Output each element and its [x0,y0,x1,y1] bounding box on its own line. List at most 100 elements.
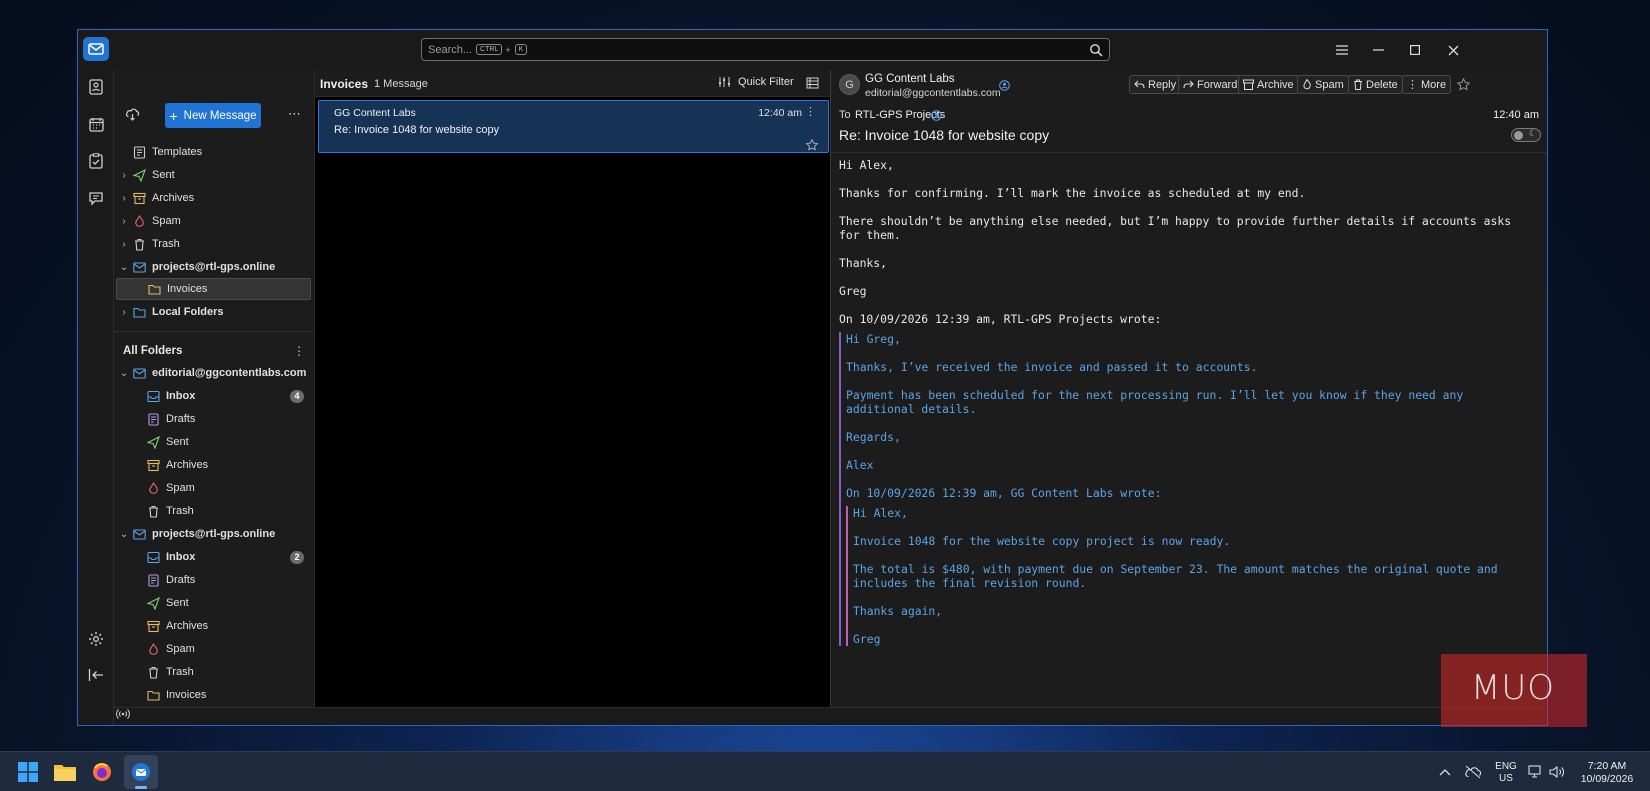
folder-label: Templates [152,146,203,158]
contact-icon[interactable] [999,80,1010,91]
chevron-down-icon[interactable]: ⌄ [119,368,129,379]
quick-filter-button[interactable]: Quick Filter [719,76,794,88]
windows-start-icon[interactable] [17,761,39,783]
get-messages-icon[interactable] [125,107,140,124]
to-label: To [839,109,851,121]
mail-app-icon[interactable] [83,37,109,61]
divider [114,331,313,332]
online-status-icon[interactable] [116,708,130,723]
folder-pane-menu-icon[interactable]: ⋯ [288,106,301,122]
quick-filter-label: Quick Filter [738,76,794,88]
message-menu-icon[interactable]: ⋮ [805,105,816,118]
shortcut-ctrl-key: CTRL [476,44,503,55]
chat-icon[interactable] [86,188,106,208]
collapse-sidebar-icon[interactable] [86,665,106,685]
message-sender: GG Content Labs [334,107,416,119]
reply-button[interactable]: Reply [1129,75,1182,94]
folder-invoices-selected[interactable]: Invoices [116,278,311,300]
folder-inbox[interactable]: Inbox 4 [114,385,313,407]
delete-button[interactable]: Delete [1348,75,1403,94]
sender-name[interactable]: GG Content Labs [865,73,955,85]
firefox-icon[interactable] [91,761,113,783]
dark-mode-toggle[interactable]: ☾ [1511,128,1541,142]
list-display-options-icon[interactable] [806,77,819,92]
chevron-down-icon[interactable]: ⌄ [119,262,129,273]
quote-text: Alex [846,458,874,472]
thunderbird-taskbar-icon[interactable] [130,761,152,783]
new-message-button[interactable]: + New Message [165,103,261,128]
file-explorer-icon[interactable] [54,761,76,783]
tasks-icon[interactable] [86,151,106,171]
folder-archives[interactable]: Archives [114,615,313,637]
close-icon[interactable] [1441,38,1465,62]
cloud-offline-icon[interactable] [1462,761,1484,783]
account-projects[interactable]: ⌄ projects@rtl-gps.online [114,256,313,278]
app-menu-icon[interactable] [1330,38,1354,62]
more-button[interactable]: ⋮ More [1402,75,1452,94]
account-label: Local Folders [152,306,224,318]
address-book-icon[interactable] [86,77,106,97]
account-editorial[interactable]: ⌄ editorial@ggcontentlabs.com [114,362,313,384]
more-dots-icon: ⋮ [1407,79,1418,91]
contact-icon[interactable] [931,110,942,121]
chevron-right-icon[interactable]: › [119,193,129,204]
folder-sent[interactable]: Sent [114,592,313,614]
folder-trash[interactable]: › Trash [114,233,313,255]
language-indicator[interactable]: ENG US [1495,761,1517,785]
message-row-selected[interactable]: GG Content Labs 12:40 am ⋮ Re: Invoice 1… [318,100,829,153]
trash-icon [135,238,144,251]
maximize-icon[interactable] [1403,38,1427,62]
volume-icon[interactable] [1546,761,1568,783]
network-icon[interactable] [1525,761,1547,783]
folder-trash[interactable]: Trash [114,661,313,683]
drafts-icon [148,573,159,587]
folder-label: Drafts [166,413,196,425]
inbox-icon [147,551,160,563]
folder-archives[interactable]: Archives [114,454,313,476]
spam-button[interactable]: Spam [1297,75,1349,94]
system-clock[interactable]: 7:20 AM 10/09/2026 [1572,760,1642,786]
calendar-icon[interactable] [86,114,106,134]
folder-pane: + New Message ⋯ Templates › Sent › Archi… [114,70,315,707]
folder-sent[interactable]: › Sent [114,164,313,186]
watermark-text: MUO [1471,668,1555,708]
chevron-right-icon[interactable]: › [119,170,129,181]
trash-icon [149,666,158,679]
folder-invoices[interactable]: Invoices [114,684,313,706]
quote-text: Hi Greg, [846,332,901,346]
forward-icon [1183,80,1194,88]
folder-templates[interactable]: Templates [114,141,313,163]
chevron-down-icon[interactable]: ⌄ [119,529,129,540]
folder-trash[interactable]: Trash [114,500,313,522]
account-mail-icon [133,367,146,379]
forward-button[interactable]: Forward [1178,75,1243,94]
folder-label: Archives [166,459,209,471]
folder-spam[interactable]: Spam [114,638,313,660]
folder-drafts[interactable]: Drafts [114,569,313,591]
sender-email[interactable]: editorial@ggcontentlabs.com [865,87,1001,99]
settings-gear-icon[interactable] [86,629,106,649]
all-folders-menu-icon[interactable]: ⋮ [293,344,305,358]
folder-archives[interactable]: › Archives [114,187,313,209]
star-icon[interactable] [1457,78,1470,91]
folder-drafts[interactable]: Drafts [114,408,313,430]
minimize-icon[interactable] [1366,38,1390,62]
search-input[interactable]: Search... CTRL + K [421,38,1110,61]
star-icon[interactable] [806,139,818,151]
chevron-right-icon[interactable]: › [119,307,129,318]
search-icon[interactable] [1089,43,1103,57]
quote-attribution: On 10/09/2026 12:39 am, GG Content Labs … [846,486,1162,500]
folder-spam[interactable]: › Spam [114,210,313,232]
account-projects-all[interactable]: ⌄ projects@rtl-gps.online [114,523,313,545]
chevron-right-icon[interactable]: › [119,239,129,250]
local-folders[interactable]: › Local Folders [114,301,313,323]
folder-sent[interactable]: Sent [114,431,313,453]
archive-button[interactable]: Archive [1238,75,1299,94]
chevron-right-icon[interactable]: › [119,216,129,227]
folder-label: Spam [166,482,195,494]
folder-spam[interactable]: Spam [114,477,313,499]
chevron-up-icon[interactable] [1434,761,1456,783]
archives-icon [147,620,160,632]
folder-inbox[interactable]: Inbox 2 [114,546,313,568]
trash-icon [149,505,158,518]
